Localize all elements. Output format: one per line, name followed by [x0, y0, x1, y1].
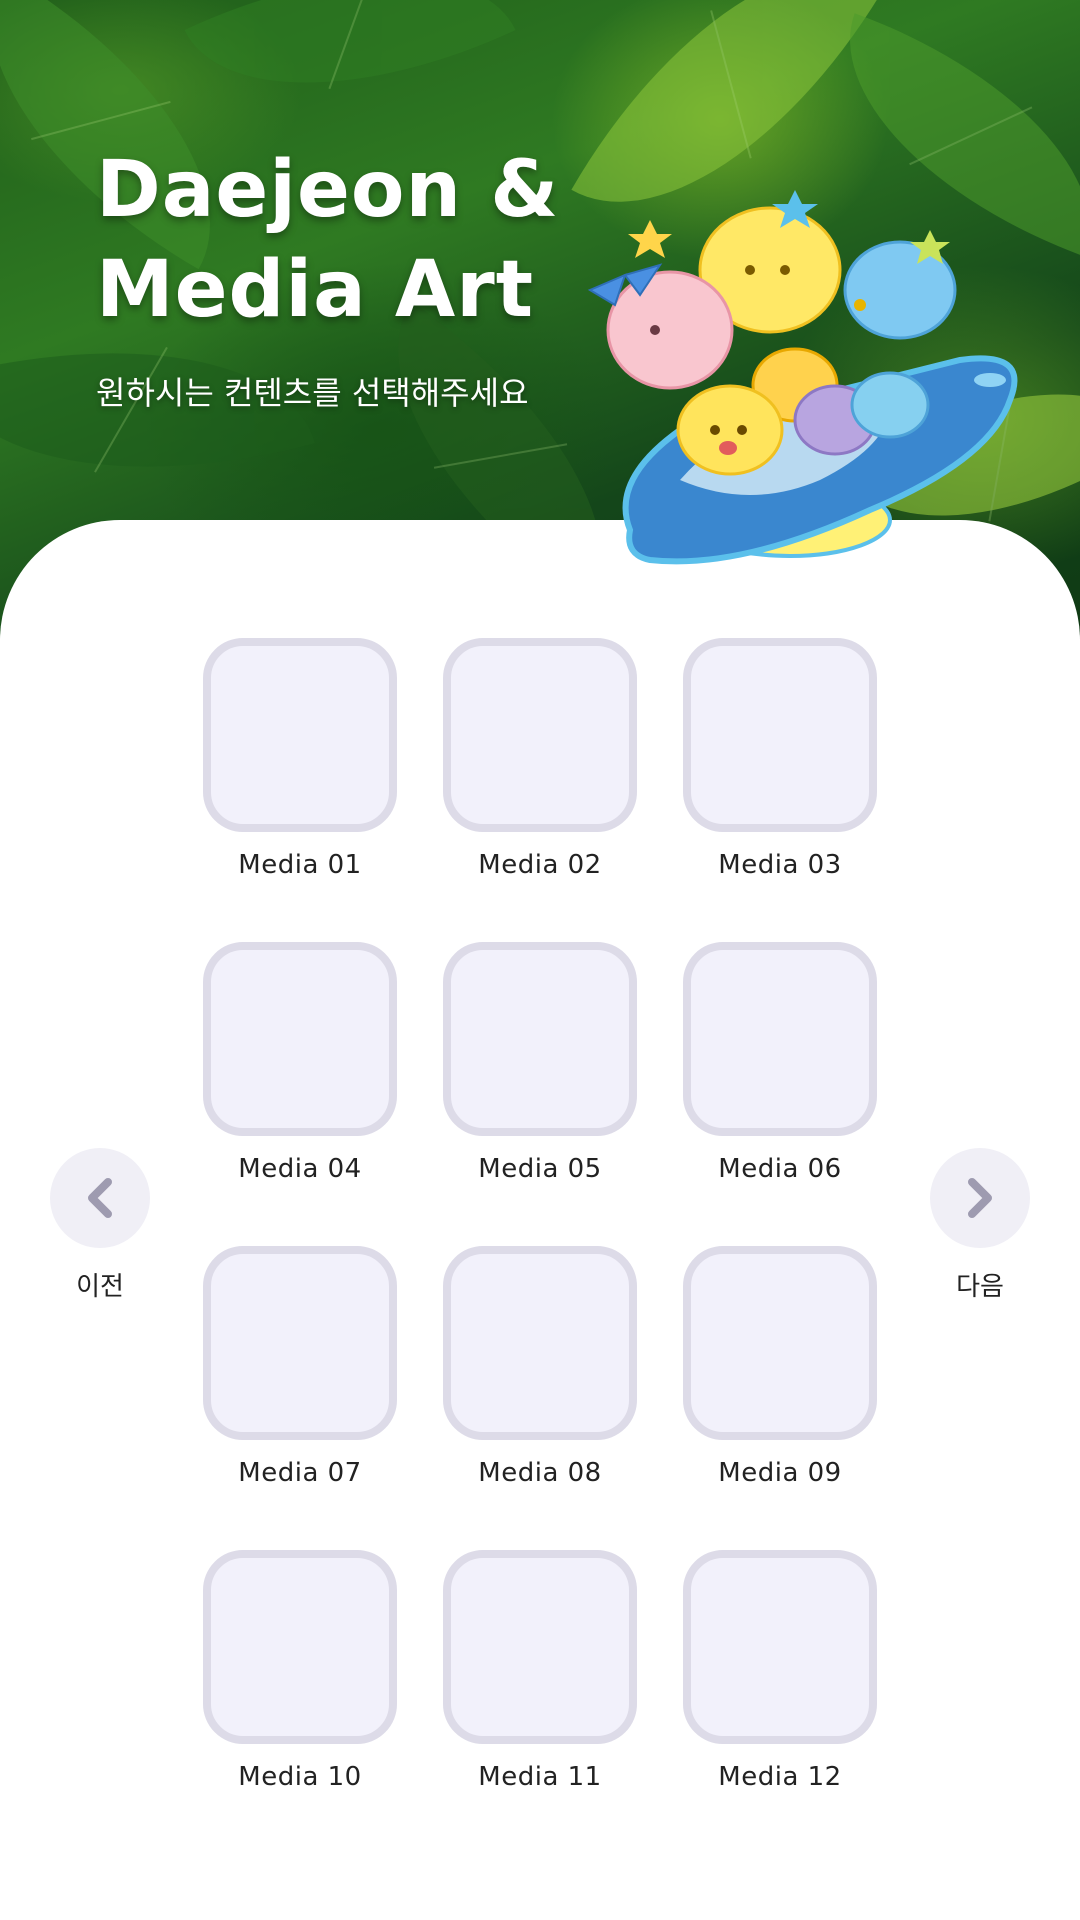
media-tile[interactable]: Media 05: [443, 942, 637, 1246]
media-thumbnail[interactable]: [203, 638, 397, 832]
prev-button[interactable]: 이전: [50, 1148, 150, 1303]
next-label: 다음: [956, 1272, 1004, 1302]
media-tile[interactable]: Media 11: [443, 1550, 637, 1854]
media-label: Media 02: [478, 850, 602, 880]
title-line-2: Media Art: [96, 245, 534, 335]
media-label: Media 10: [238, 1762, 362, 1792]
title-line-1: Daejeon &: [96, 145, 560, 235]
media-thumbnail[interactable]: [443, 1246, 637, 1440]
chevron-right-icon: [968, 1178, 992, 1218]
media-thumbnail[interactable]: [443, 1550, 637, 1744]
chevron-left-icon: [88, 1178, 112, 1218]
media-thumbnail[interactable]: [683, 638, 877, 832]
media-tile[interactable]: Media 04: [203, 942, 397, 1246]
next-button-circle[interactable]: [930, 1148, 1030, 1248]
media-label: Media 09: [718, 1458, 842, 1488]
media-tile[interactable]: Media 10: [203, 1550, 397, 1854]
next-button[interactable]: 다음: [930, 1148, 1030, 1303]
media-grid: Media 01 Media 02 Media 03 Media 04 Medi…: [203, 638, 878, 1854]
prev-label: 이전: [76, 1272, 124, 1302]
media-thumbnail[interactable]: [443, 942, 637, 1136]
media-label: Media 04: [238, 1154, 362, 1184]
media-tile[interactable]: Media 07: [203, 1246, 397, 1550]
media-thumbnail[interactable]: [443, 638, 637, 832]
media-label: Media 06: [718, 1154, 842, 1184]
media-thumbnail[interactable]: [683, 942, 877, 1136]
mascot-illustration: [587, 190, 1018, 565]
media-label: Media 12: [718, 1762, 842, 1792]
media-tile[interactable]: Media 06: [683, 942, 877, 1246]
media-label: Media 07: [238, 1458, 362, 1488]
page-title: Daejeon & Media Art: [96, 140, 616, 340]
media-tile[interactable]: Media 09: [683, 1246, 877, 1550]
page-subtitle: 원하시는 컨텐츠를 선택해주세요: [96, 374, 529, 412]
media-thumbnail[interactable]: [203, 1550, 397, 1744]
media-tile[interactable]: Media 01: [203, 638, 397, 942]
media-thumbnail[interactable]: [203, 1246, 397, 1440]
media-label: Media 01: [238, 850, 362, 880]
media-tile[interactable]: Media 08: [443, 1246, 637, 1550]
media-tile[interactable]: Media 12: [683, 1550, 877, 1854]
media-label: Media 11: [478, 1762, 602, 1792]
media-label: Media 03: [718, 850, 842, 880]
prev-button-circle[interactable]: [50, 1148, 150, 1248]
media-thumbnail[interactable]: [203, 942, 397, 1136]
media-thumbnail[interactable]: [683, 1246, 877, 1440]
leaf-decoration: [184, 0, 516, 157]
media-tile[interactable]: Media 03: [683, 638, 877, 942]
media-label: Media 05: [478, 1154, 602, 1184]
media-thumbnail[interactable]: [683, 1550, 877, 1744]
media-tile[interactable]: Media 02: [443, 638, 637, 942]
media-label: Media 08: [478, 1458, 602, 1488]
